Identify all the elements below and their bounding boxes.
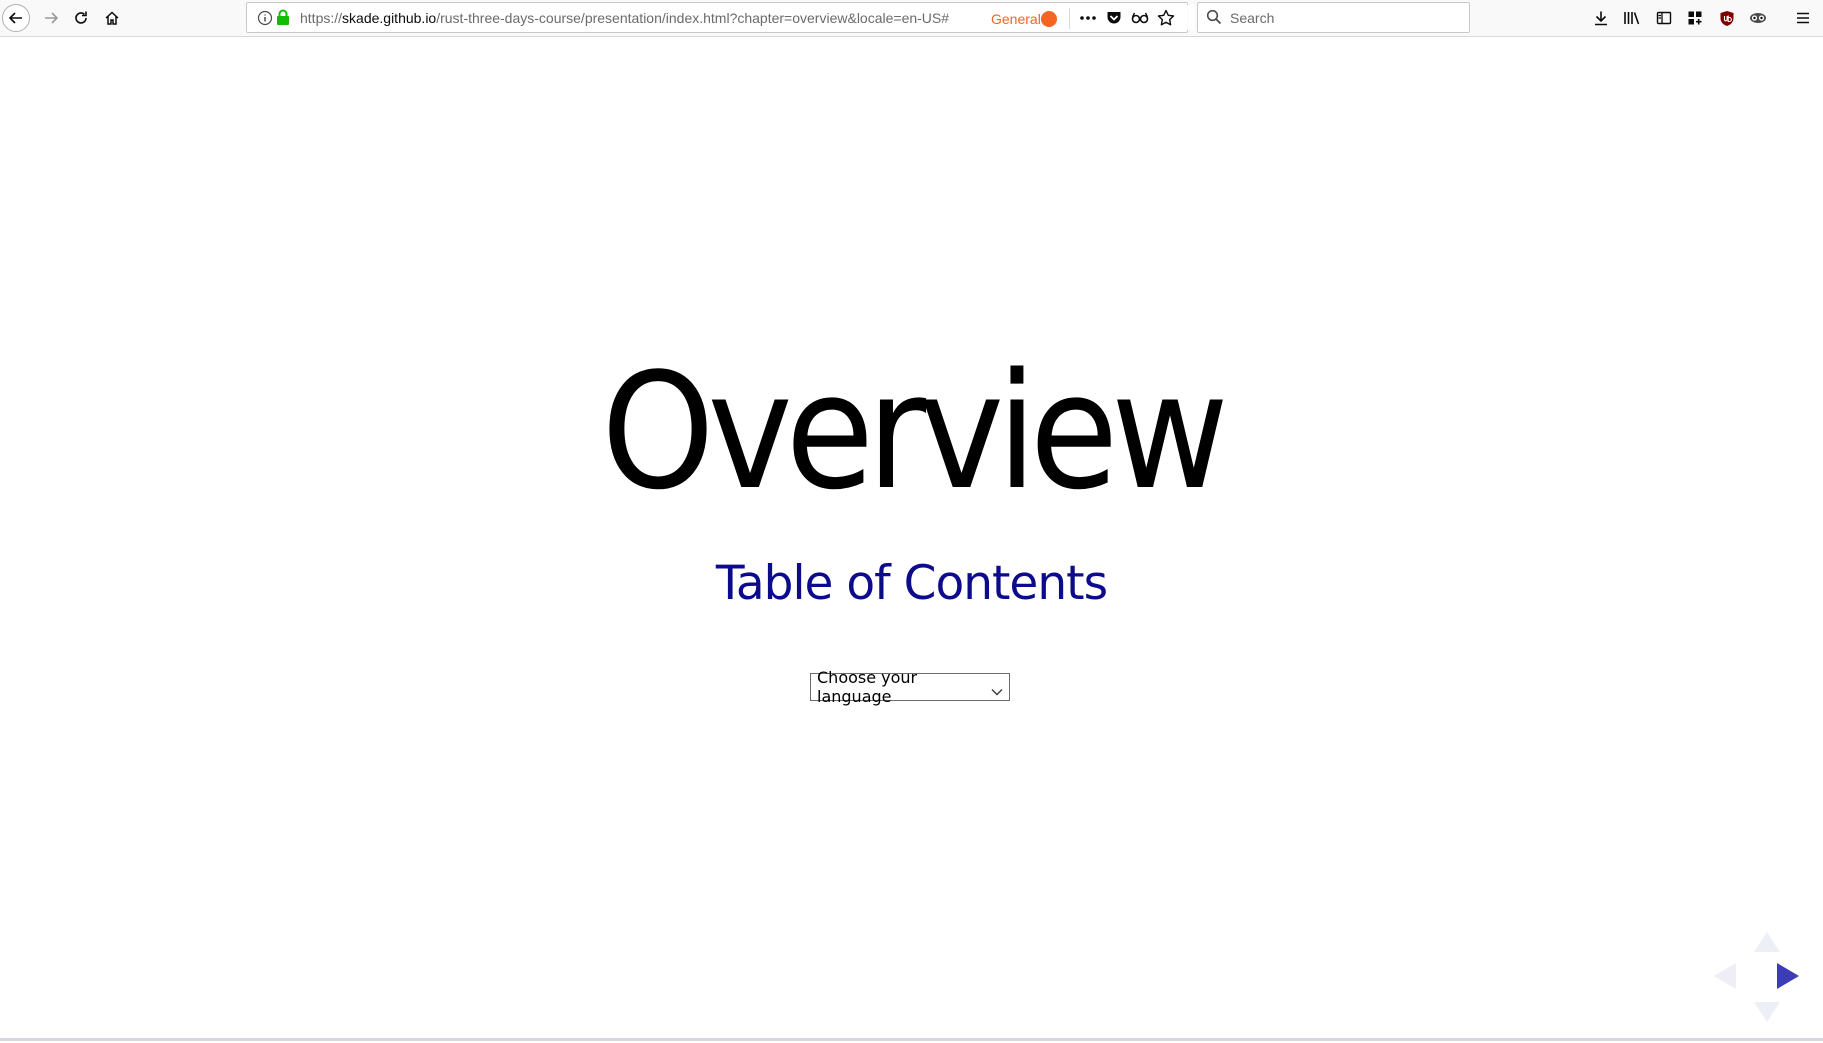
nav-left-arrow-icon[interactable] bbox=[1714, 963, 1736, 989]
url-host: skade.github.io bbox=[342, 10, 437, 26]
privacy-badger-icon bbox=[1749, 10, 1767, 26]
hamburger-menu-icon bbox=[1795, 10, 1811, 26]
nav-right-arrow-icon[interactable] bbox=[1777, 963, 1799, 989]
reload-icon bbox=[73, 10, 89, 26]
info-icon[interactable] bbox=[257, 10, 273, 30]
bookmark-star-icon[interactable] bbox=[1157, 9, 1175, 31]
menu-button[interactable] bbox=[1789, 4, 1817, 32]
language-select-value: Choose your language bbox=[817, 668, 918, 706]
container-label[interactable]: General bbox=[991, 11, 1041, 27]
nav-down-arrow-icon[interactable] bbox=[1754, 1002, 1780, 1022]
extension-grid-icon bbox=[1687, 10, 1703, 26]
forward-arrow-icon bbox=[43, 10, 59, 26]
pocket-icon[interactable] bbox=[1106, 10, 1122, 30]
page-actions-icon[interactable] bbox=[1079, 10, 1097, 30]
extension-grid-button[interactable] bbox=[1681, 4, 1709, 32]
url-path: /rust-three-days-course/presentation/ind… bbox=[436, 10, 950, 26]
lock-icon[interactable] bbox=[276, 9, 290, 30]
table-of-contents-link[interactable]: Table of Contents bbox=[0, 560, 1823, 607]
downloads-icon bbox=[1593, 10, 1609, 26]
reload-button[interactable] bbox=[67, 4, 95, 32]
back-arrow-icon bbox=[8, 10, 24, 26]
browser-toolbar: https://skade.github.io/rust-three-days-… bbox=[0, 0, 1823, 37]
container-dot-icon bbox=[1041, 11, 1057, 27]
library-icon bbox=[1623, 10, 1641, 26]
slide-navigation-controls bbox=[1710, 932, 1810, 1032]
home-button[interactable] bbox=[98, 4, 126, 32]
ublock-icon bbox=[1719, 10, 1735, 27]
window-bottom-border bbox=[0, 1038, 1823, 1041]
ublock-button[interactable] bbox=[1713, 4, 1741, 32]
language-select[interactable]: Choose your language bbox=[810, 668, 1010, 706]
search-placeholder: Search bbox=[1230, 10, 1275, 26]
reader-icon[interactable] bbox=[1131, 10, 1149, 30]
search-bar[interactable]: Search bbox=[1197, 2, 1470, 33]
downloads-button[interactable] bbox=[1587, 4, 1615, 32]
search-icon bbox=[1206, 9, 1222, 29]
slide-page: Overview Table of Contents Choose your l… bbox=[0, 37, 1823, 1037]
forward-button[interactable] bbox=[37, 4, 65, 32]
chevron-down-icon bbox=[991, 682, 1003, 701]
url-protocol: https:// bbox=[300, 10, 343, 26]
sidebar-button[interactable] bbox=[1650, 4, 1678, 32]
privacy-badger-button[interactable] bbox=[1744, 4, 1772, 32]
url-separator bbox=[1069, 8, 1070, 29]
nav-up-arrow-icon[interactable] bbox=[1754, 932, 1780, 952]
back-button[interactable] bbox=[2, 4, 30, 32]
home-icon bbox=[104, 10, 120, 26]
slide-title: Overview bbox=[601, 338, 1229, 525]
library-button[interactable] bbox=[1618, 4, 1646, 32]
url-bar[interactable]: https://skade.github.io/rust-three-days-… bbox=[246, 2, 1195, 33]
sidebar-icon bbox=[1656, 10, 1672, 26]
